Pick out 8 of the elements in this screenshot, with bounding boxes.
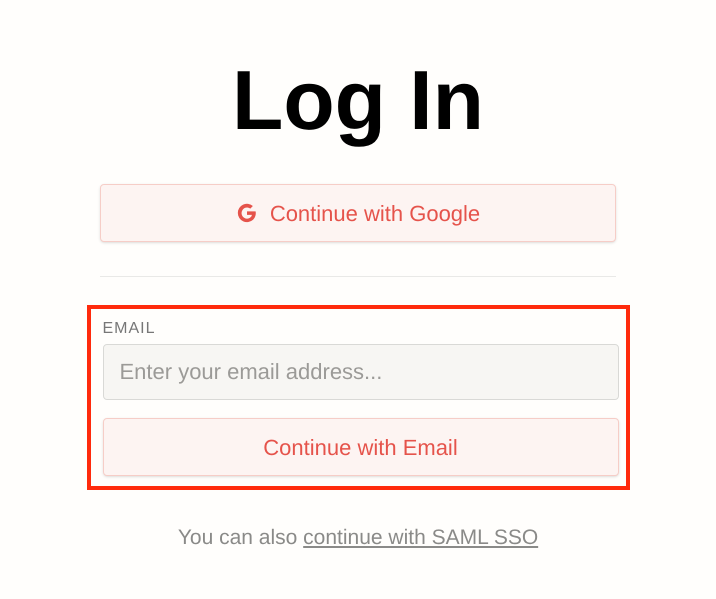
footer-text: You can also continue with SAML SSO [178,525,538,551]
email-button[interactable]: Continue with Email [102,418,618,476]
saml-sso-link[interactable]: continue with SAML SSO [303,526,538,549]
email-field[interactable]: Enter your email address... [102,344,618,400]
google-g-icon [236,202,258,224]
page-title: Log In [232,52,484,148]
email-label: EMAIL [102,319,157,339]
google-button[interactable]: Continue with Google [100,184,616,242]
